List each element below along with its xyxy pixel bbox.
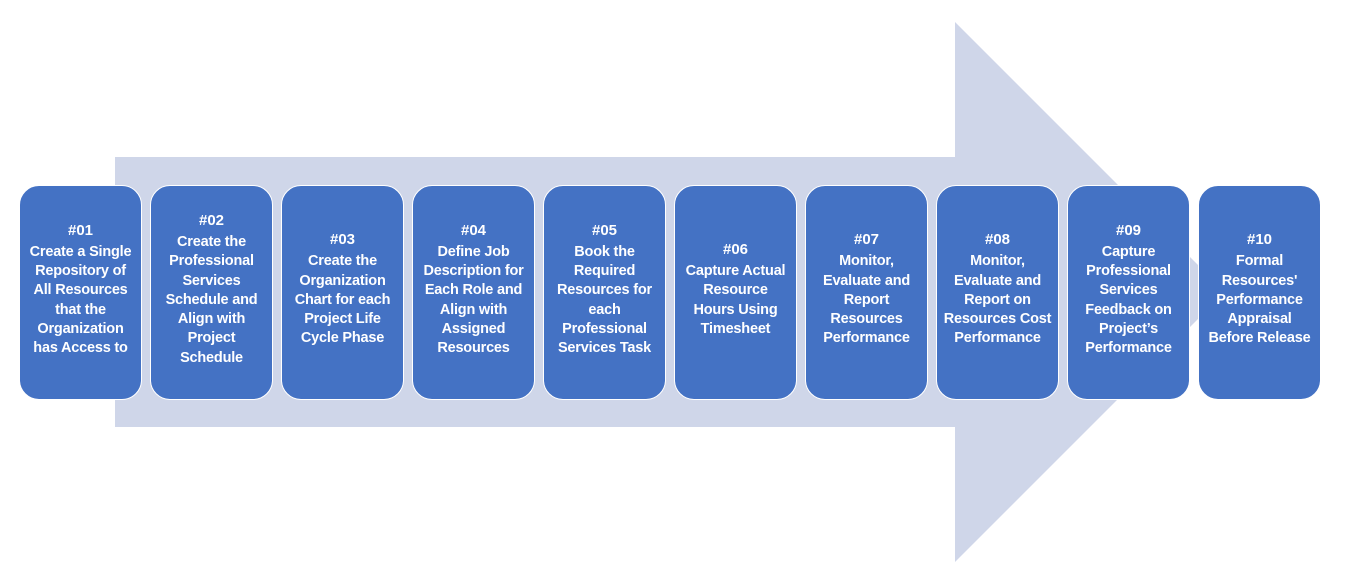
step-text: Formal Resources' Performance Appraisal … bbox=[1208, 253, 1311, 347]
step-number: #10 bbox=[1246, 231, 1273, 249]
step-text: Capture Actual Resource Hours Using Time… bbox=[685, 262, 786, 337]
step-text: Capture Professional Services Feedback o… bbox=[1085, 243, 1172, 357]
step-text: Monitor, Evaluate and Report Resources P… bbox=[822, 253, 911, 347]
step-01: #01 Create a Single Repository of All Re… bbox=[19, 185, 142, 400]
step-02: #02 Create the Professional Services Sch… bbox=[150, 185, 273, 400]
process-steps: #01 Create a Single Repository of All Re… bbox=[0, 0, 1366, 573]
step-09: #09 Capture Professional Services Feedba… bbox=[1067, 185, 1190, 400]
step-number: #05 bbox=[591, 221, 618, 239]
step-number: #01 bbox=[67, 221, 94, 239]
step-text: Create a Single Repository of All Resour… bbox=[29, 243, 132, 357]
step-06: #06 Capture Actual Resource Hours Using … bbox=[674, 185, 797, 400]
step-number: #08 bbox=[984, 231, 1011, 249]
step-number: #06 bbox=[722, 240, 749, 258]
step-text: Define Job Description for Each Role and… bbox=[423, 243, 524, 357]
step-text: Create the Organization Chart for each P… bbox=[294, 253, 391, 347]
step-text: Create the Professional Services Schedul… bbox=[165, 233, 258, 366]
step-04: #04 Define Job Description for Each Role… bbox=[412, 185, 535, 400]
step-05: #05 Book the Required Resources for each… bbox=[543, 185, 666, 400]
step-07: #07 Monitor, Evaluate and Report Resourc… bbox=[805, 185, 928, 400]
step-10: #10 Formal Resources' Performance Apprai… bbox=[1198, 185, 1321, 400]
step-03: #03 Create the Organization Chart for ea… bbox=[281, 185, 404, 400]
step-number: #04 bbox=[460, 221, 487, 239]
step-text: Monitor, Evaluate and Report on Resource… bbox=[943, 253, 1052, 347]
step-number: #09 bbox=[1115, 221, 1142, 239]
step-number: #02 bbox=[198, 211, 225, 229]
step-number: #03 bbox=[329, 231, 356, 249]
step-text: Book the Required Resources for each Pro… bbox=[557, 243, 652, 357]
step-08: #08 Monitor, Evaluate and Report on Reso… bbox=[936, 185, 1059, 400]
step-number: #07 bbox=[853, 231, 880, 249]
